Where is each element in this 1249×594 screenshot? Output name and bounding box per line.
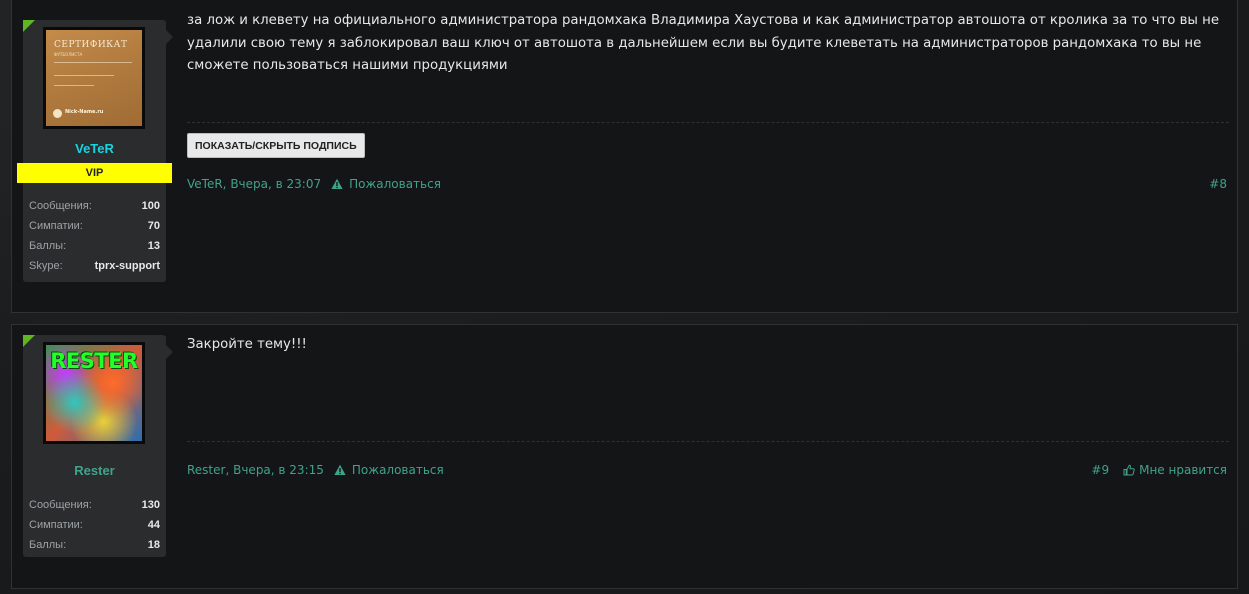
stat-label: Симпатии: — [29, 519, 83, 531]
avatar-cert-site: Nick-Name.ru — [65, 109, 104, 115]
post-8: СЕРТИФИКАТ ФУТБОЛИСТА Nick-Name.ru VeTeR… — [11, 0, 1238, 313]
stat-value: 44 — [147, 519, 160, 531]
post-meta-left: Rester , Вчера, в 23:15 Пожаловаться — [187, 463, 444, 477]
message-body: за лож и клевету на официального админис… — [187, 13, 1220, 73]
stat-row-skype: Skype: tprx-support — [29, 256, 160, 276]
post-meta: VeTeR , Вчера, в 23:07 Пожаловаться #8 — [187, 177, 1227, 195]
post-date-link[interactable]: Вчера, в 23:07 — [230, 177, 321, 191]
stat-value: 70 — [147, 220, 160, 232]
post-meta: Rester , Вчера, в 23:15 Пожаловаться #9 … — [187, 463, 1227, 481]
stat-label: Сообщения: — [29, 200, 92, 212]
stat-value: tprx-support — [94, 260, 160, 272]
post-date-link[interactable]: Вчера, в 23:15 — [233, 463, 324, 477]
avatar[interactable]: СЕРТИФИКАТ ФУТБОЛИСТА Nick-Name.ru — [43, 27, 145, 129]
warning-triangle-icon — [334, 464, 346, 475]
user-card: RESTER Rester Сообщения: 130 Симпатии: 4… — [23, 335, 173, 557]
username[interactable]: Rester — [23, 463, 166, 478]
author-link[interactable]: Rester — [187, 463, 225, 477]
post-number-link[interactable]: #8 — [1209, 177, 1227, 191]
avatar-cert-line — [54, 85, 94, 86]
avatar-image: RESTER — [46, 345, 142, 441]
avatar-cert-seal — [53, 109, 62, 118]
stat-row-points: Баллы: 13 — [29, 236, 160, 256]
user-title-badge: VIP — [17, 163, 172, 183]
stat-label: Симпатии: — [29, 220, 83, 232]
like-link[interactable]: Мне нравится — [1139, 463, 1227, 477]
stat-value[interactable]: 18 — [148, 539, 160, 551]
avatar-cert-subtitle: ФУТБОЛИСТА — [54, 52, 83, 57]
user-card: СЕРТИФИКАТ ФУТБОЛИСТА Nick-Name.ru VeTeR… — [17, 20, 173, 282]
warning-triangle-icon — [331, 178, 343, 189]
avatar[interactable]: RESTER — [43, 342, 145, 444]
author-link[interactable]: VeTeR — [187, 177, 223, 191]
stat-label: Баллы: — [29, 539, 67, 551]
report-link[interactable]: Пожаловаться — [349, 177, 441, 191]
online-corner-marker — [23, 20, 35, 32]
avatar-cert-line — [54, 62, 132, 63]
avatar-image: СЕРТИФИКАТ ФУТБОЛИСТА Nick-Name.ru — [46, 30, 142, 126]
card-arrow — [166, 30, 173, 44]
online-corner-marker — [23, 335, 35, 347]
stat-label: Баллы: — [29, 240, 67, 252]
post-9: RESTER Rester Сообщения: 130 Симпатии: 4… — [11, 324, 1238, 589]
thumbs-up-icon — [1123, 464, 1135, 476]
report-link[interactable]: Пожаловаться — [352, 463, 444, 477]
post-meta-right: #9 Мне нравится — [1091, 463, 1227, 477]
stat-row-messages: Сообщения: 130 — [29, 495, 160, 515]
stat-label: Skype: — [29, 260, 63, 272]
post-meta-left: VeTeR , Вчера, в 23:07 Пожаловаться — [187, 177, 441, 191]
stat-value[interactable]: 13 — [148, 240, 160, 252]
user-stats: Сообщения: 130 Симпатии: 44 Баллы: 18 — [29, 495, 160, 555]
stat-row-points: Баллы: 18 — [29, 535, 160, 555]
post-number-link[interactable]: #9 — [1091, 463, 1109, 477]
stat-row-messages: Сообщения: 100 — [29, 196, 160, 216]
avatar-rester-title: RESTER — [50, 349, 138, 373]
signature-divider — [187, 122, 1229, 123]
stat-label: Сообщения: — [29, 499, 92, 511]
stat-value[interactable]: 100 — [142, 200, 160, 212]
avatar-cert-title: СЕРТИФИКАТ — [54, 40, 128, 50]
meta-separator: , — [225, 463, 234, 477]
username[interactable]: VeTeR — [23, 141, 166, 156]
stat-value[interactable]: 130 — [142, 499, 160, 511]
stat-row-likes: Симпатии: 44 — [29, 515, 160, 535]
card-arrow — [166, 345, 173, 359]
post-meta-right: #8 — [1209, 177, 1227, 191]
toggle-signature-button[interactable]: ПОКАЗАТЬ/СКРЫТЬ ПОДПИСЬ — [187, 133, 365, 158]
user-stats: Сообщения: 100 Симпатии: 70 Баллы: 13 Sk… — [29, 196, 160, 276]
signature-divider — [187, 441, 1229, 442]
message-body: Закройте тему!!! — [187, 337, 307, 352]
avatar-cert-line — [54, 75, 114, 76]
stat-row-likes: Симпатии: 70 — [29, 216, 160, 236]
meta-separator: , — [222, 177, 231, 191]
